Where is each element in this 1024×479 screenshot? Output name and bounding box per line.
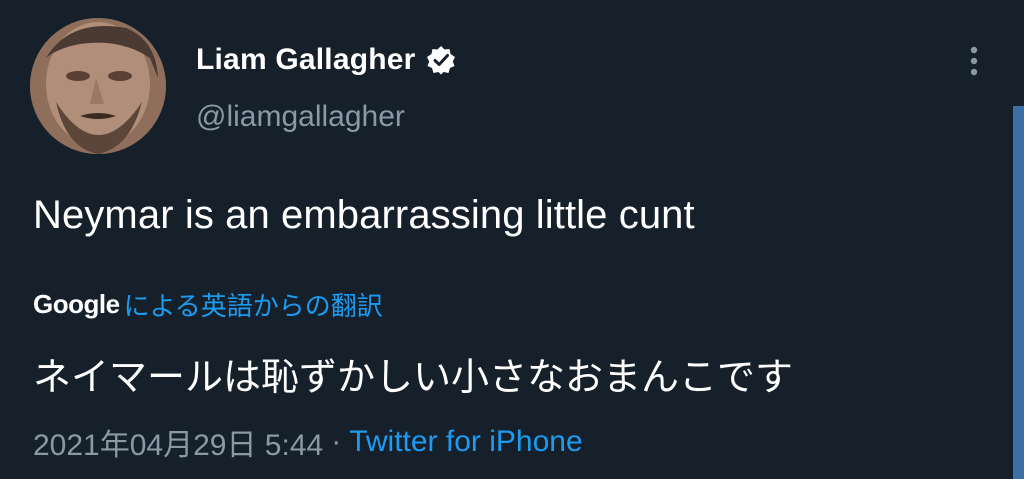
tweet-text: Neymar is an embarrassing little cunt xyxy=(33,193,695,237)
translation-link[interactable]: による英語からの翻訳 xyxy=(124,286,383,323)
timestamp[interactable]: 2021年04月29日 5:44 xyxy=(33,420,323,464)
avatar[interactable] xyxy=(30,18,166,154)
display-name[interactable]: Liam Gallagher xyxy=(196,43,416,77)
meta-separator: · xyxy=(331,425,342,458)
avatar-image xyxy=(30,18,166,154)
more-vertical-icon[interactable] xyxy=(962,44,986,80)
tweet-meta: 2021年04月29日 5:44 · Twitter for iPhone xyxy=(33,420,583,464)
tweet-detail: Liam Gallagher @liamgallagher Neymar is … xyxy=(0,0,1024,479)
user-handle[interactable]: @liamgallagher xyxy=(196,100,405,134)
author-name-row[interactable]: Liam Gallagher xyxy=(196,40,456,80)
verified-badge-icon xyxy=(426,45,456,75)
scrollbar[interactable] xyxy=(1013,106,1024,479)
translation-attribution: Google による英語からの翻訳 xyxy=(33,286,383,322)
google-logo: Google xyxy=(33,288,120,319)
translated-text: ネイマールは恥ずかしい小さなおまんこです xyxy=(33,357,794,399)
source-link[interactable]: Twitter for iPhone xyxy=(349,425,582,459)
